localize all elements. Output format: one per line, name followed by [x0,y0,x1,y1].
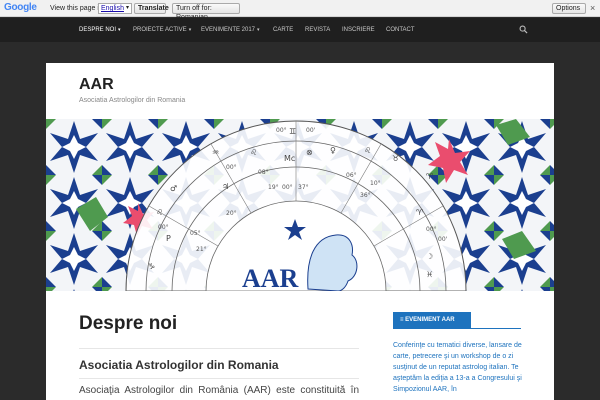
svg-text:♌: ♌ [364,146,371,155]
svg-text:⊗: ⊗ [306,148,313,157]
svg-text:☽: ☽ [426,252,433,261]
nav-item-proiecte-active[interactable]: PROIECTE ACTIVE ▾ [133,18,191,42]
widget-title: ≡ EVENIMENT AAR [393,312,471,328]
svg-text:08°: 08° [258,169,269,176]
nav-item-label: REVISTA [305,27,331,33]
section-title: Asociatia Astrologilor din Romania [79,358,279,372]
intro-paragraph: Asociaţia Astrologilor din România (AAR)… [79,385,359,396]
svg-text:Mc: Mc [284,154,295,163]
svg-text:10°: 10° [370,180,381,187]
content-panel: AAR Asociatia Astrologilor din Romania ♒… [46,63,554,400]
svg-text:♑: ♑ [148,262,155,271]
svg-text:♓: ♓ [426,270,433,279]
svg-text:♌: ♌ [156,208,163,217]
svg-text:06°: 06° [346,172,357,179]
svg-text:P: P [166,234,171,243]
svg-text:♊: ♊ [289,127,296,136]
svg-text:19°: 19° [268,184,279,191]
translate-prompt: View this page in: [50,5,105,12]
widget-event-text[interactable]: Conferinţe cu tematici diverse, lansare … [393,340,523,395]
nav-item-evenimente-2017[interactable]: EVENIMENTE 2017 ▾ [201,18,260,42]
page-title: Despre noi [79,313,178,334]
svg-text:♀: ♀ [330,146,336,155]
site-tagline: Asociatia Astrologilor din Romania [79,97,186,104]
svg-text:00°: 00° [158,224,169,231]
nav-item-inscriere[interactable]: INSCRIERE [342,18,375,42]
svg-text:♌: ♌ [250,148,257,157]
main-nav: DESPRE NOI ▾ PROIECTE ACTIVE ▾ EVENIMENTE … [0,18,600,42]
svg-text:20°: 20° [226,210,237,217]
divider [79,378,359,379]
google-logo-text: Google [4,2,37,13]
svg-text:00°: 00° [426,226,437,233]
nav-item-label: CONTACT [386,27,415,33]
nav-item-label: EVENIMENTE 2017 [201,27,256,33]
svg-text:00°: 00° [226,164,237,171]
widget-divider [393,328,521,329]
nav-item-label: INSCRIERE [342,27,375,33]
chevron-down-icon: ▾ [188,27,192,33]
nav-item-label: PROIECTE ACTIVE [133,27,187,33]
svg-text:37°: 37° [298,184,309,191]
chevron-down-icon: ▾ [125,5,129,11]
google-logo: Google [4,2,37,13]
chevron-down-icon: ▾ [257,27,260,33]
svg-text:♈: ♈ [426,172,433,181]
translate-button[interactable]: Translate [134,3,169,14]
language-select[interactable]: English ▾ [98,3,132,14]
svg-text:♈: ♈ [416,208,423,217]
nav-item-label: DESPRE NOI [79,27,117,33]
turn-off-button[interactable]: Turn off for: Romanian [172,3,240,21]
svg-text:♃: ♃ [222,182,229,191]
svg-text:♒: ♒ [212,148,219,157]
nav-item-contact[interactable]: CONTACT [386,18,415,42]
svg-text:♂: ♂ [170,184,177,193]
nav-item-despre-noi[interactable]: DESPRE NOI ▾ [79,18,121,42]
nav-item-revista[interactable]: REVISTA [305,18,330,42]
svg-text:00': 00' [306,127,316,134]
svg-text:00°: 00° [276,127,287,134]
svg-text:21°: 21° [196,246,207,253]
translate-bar: Google View this page in: English ▾ Tran… [0,0,600,21]
svg-text:00°: 00° [282,184,293,191]
svg-text:♉: ♉ [392,154,399,163]
nav-item-label: CARTE [273,27,294,33]
site-title[interactable]: AAR [79,76,114,94]
svg-text:05°: 05° [190,230,201,237]
language-value: English [101,5,124,12]
search-icon[interactable] [519,25,528,34]
header-banner: ♒ ♌Mc⊗ ♀ ♊♌♉♈ ♂♌P♑ ♈☽♓♃ 00° 00'00°08° 19° 00… [46,119,554,291]
svg-text:36°: 36° [360,192,371,199]
divider [79,348,359,349]
chevron-down-icon: ▾ [118,27,121,33]
svg-text:00': 00' [438,236,448,243]
banner-logo-text: AAR [242,264,299,291]
close-icon[interactable]: × [590,3,595,13]
options-button[interactable]: Options [552,3,586,14]
nav-item-carte[interactable]: CARTE [273,18,293,42]
